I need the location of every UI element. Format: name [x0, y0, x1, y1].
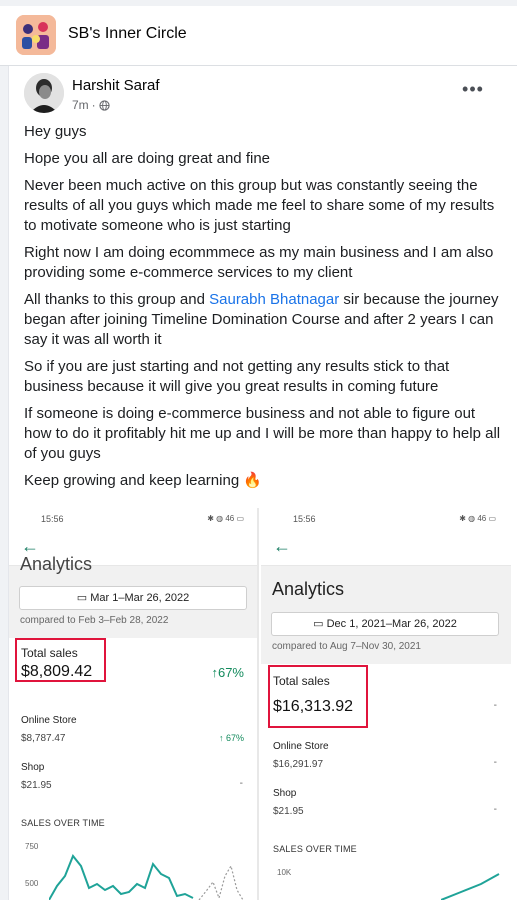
online-store-change: -	[493, 757, 497, 768]
post-paragraph: Hope you all are doing great and fine	[24, 150, 271, 167]
top-divider	[0, 0, 517, 6]
more-options-button[interactable]: •••	[461, 80, 485, 102]
sales-over-time-header: SALES OVER TIME	[273, 844, 357, 854]
sales-chart-left	[49, 854, 244, 900]
up-arrow-icon: ↑	[218, 733, 226, 743]
shop-label: Shop	[273, 788, 297, 799]
group-title[interactable]: SB's Inner Circle	[68, 25, 187, 43]
total-sales-value: $16,313.92	[273, 698, 354, 715]
sales-line-previous	[198, 864, 244, 900]
shop-value: $21.95	[21, 780, 52, 791]
author-name[interactable]: Harshit Saraf	[72, 77, 160, 94]
date-range-label: Dec 1, 2021–Mar 26, 2022	[326, 618, 457, 630]
post-paragraph: Never been much active on this group but…	[24, 177, 495, 234]
axis-tick: 750	[25, 842, 39, 851]
calendar-icon: ▭	[313, 618, 324, 630]
globe-icon	[99, 99, 110, 111]
online-store-value: $8,787.47	[21, 733, 66, 744]
status-icons: ✱ ◍ 46 ▭	[207, 514, 244, 523]
status-bar: 15:56 ✱ ◍ 46 ▭	[261, 508, 511, 528]
total-sales-change: ↑67%	[211, 665, 244, 680]
status-bar: 15:56 ✱ ◍ 46 ▭	[9, 508, 257, 528]
online-store-label: Online Store	[21, 715, 77, 726]
sales-line-current	[441, 873, 500, 900]
header-panel: Analytics ▭ Dec 1, 2021–Mar 26, 2022 com…	[261, 566, 511, 664]
calendar-icon: ▭	[76, 592, 88, 604]
total-sales-label: Total sales	[273, 674, 330, 688]
status-time: 15:56	[41, 514, 64, 524]
post-attachment-images[interactable]: 15:56 ✱ ◍ 46 ▭ ← Analytics ▭ Mar 1–Mar 2…	[9, 508, 517, 900]
post-time[interactable]: 7m	[72, 98, 89, 112]
compared-label: compared to Aug 7–Nov 30, 2021	[272, 641, 421, 652]
thanks-before: All thanks to this group and	[24, 291, 210, 308]
shop-change: -	[493, 804, 497, 815]
axis-tick: 10K	[277, 868, 292, 877]
group-header: SB's Inner Circle	[0, 0, 517, 66]
total-change-value: 67%	[217, 665, 244, 680]
total-sales-value: $8,809.42	[21, 663, 93, 680]
total-sales-label: Total sales	[21, 646, 78, 660]
header-panel: Analytics ▭ Mar 1–Mar 26, 2022 compared …	[9, 554, 257, 638]
closing-text: Keep growing and keep learning	[24, 472, 240, 489]
post-paragraph: Right now I am doing ecommmece as my mai…	[24, 244, 494, 281]
shop-label: Shop	[21, 762, 45, 773]
analytics-screenshot-left[interactable]: 15:56 ✱ ◍ 46 ▭ ← Analytics ▭ Mar 1–Mar 2…	[9, 508, 259, 900]
compared-label: compared to Feb 3–Feb 28, 2022	[20, 615, 169, 626]
online-store-value: $16,291.97	[273, 759, 324, 770]
sales-line-current	[49, 854, 194, 900]
total-sales-change: -	[493, 700, 497, 711]
meta-separator: ·	[91, 98, 96, 112]
sales-chart-right	[441, 873, 500, 900]
status-icons: ✱ ◍ 46 ▭	[459, 514, 496, 523]
group-avatar[interactable]	[16, 15, 56, 55]
post-paragraph-closing: Keep growing and keep learning 🔥	[24, 471, 504, 491]
post-paragraph: So if you are just starting and not gett…	[24, 358, 450, 395]
online-store-change: ↑ 67%	[218, 733, 244, 743]
axis-tick: 500	[25, 879, 39, 888]
analytics-title-partial: Analytics	[20, 554, 93, 574]
date-range-button[interactable]: ▭ Mar 1–Mar 26, 2022	[19, 586, 247, 610]
fire-emoji: 🔥	[243, 472, 263, 489]
date-range-button[interactable]: ▭ Dec 1, 2021–Mar 26, 2022	[271, 612, 499, 636]
post-paragraph-thanks: All thanks to this group and Saurabh Bha…	[24, 290, 504, 350]
author-avatar[interactable]	[24, 73, 64, 113]
post-body: Hey guys Hope you all are doing great an…	[24, 122, 504, 498]
app-bar: ←	[261, 530, 511, 566]
post-card: Harshit Saraf 7m · ••• Hey guys Hope you…	[8, 66, 517, 900]
status-time: 15:56	[293, 514, 316, 524]
mention-link[interactable]: Saurabh Bhatnagar	[209, 291, 339, 308]
analytics-title: Analytics	[272, 579, 345, 599]
sales-over-time-header: SALES OVER TIME	[21, 818, 105, 828]
post-meta: 7m ·	[72, 98, 110, 112]
shop-change: -	[239, 778, 243, 789]
date-range-label: Mar 1–Mar 26, 2022	[90, 592, 190, 604]
shop-value: $21.95	[273, 806, 304, 817]
back-arrow-icon[interactable]: ←	[273, 536, 291, 557]
post-paragraph: Hey guys	[24, 123, 87, 140]
online-store-label: Online Store	[273, 741, 329, 752]
analytics-screenshot-right[interactable]: 15:56 ✱ ◍ 46 ▭ ← Analytics ▭ Dec 1, 2021…	[261, 508, 511, 900]
post-paragraph: If someone is doing e-commerce business …	[24, 405, 501, 462]
